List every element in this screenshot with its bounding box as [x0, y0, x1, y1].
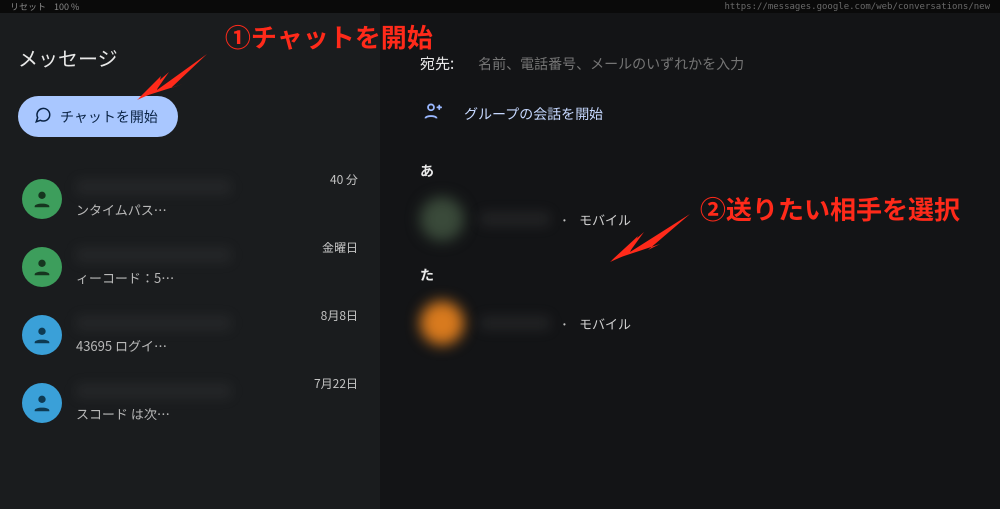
- contact-type: モバイル: [579, 314, 631, 333]
- conversation-time: 金曜日: [322, 239, 358, 256]
- conversation-name-blurred: [76, 384, 231, 398]
- conversation-time: 7月22日: [314, 375, 358, 392]
- sidebar-title: メッセージ: [18, 43, 364, 72]
- conversation-item[interactable]: ィーコード：5… 金曜日: [16, 233, 364, 301]
- start-chat-label: チャットを開始: [60, 107, 158, 127]
- browser-top-strip: リセット 100 % https://messages.google.com/w…: [0, 0, 1000, 13]
- contact-name-blurred: [480, 212, 550, 226]
- avatar: [22, 383, 62, 423]
- avatar: [22, 179, 62, 219]
- sidebar: メッセージ チャットを開始 ンタイムパス… 40 分: [0, 13, 380, 509]
- contact-avatar-blurred: [420, 197, 464, 241]
- conversation-name-blurred: [76, 248, 231, 262]
- conversation-preview: ンタイムパス…: [76, 200, 358, 219]
- conversation-time: 8月8日: [321, 307, 358, 324]
- avatar: [22, 315, 62, 355]
- chat-bubble-icon: [34, 106, 52, 127]
- separator-dot: ·: [560, 207, 569, 231]
- address-bar-url: https://messages.google.com/web/conversa…: [724, 2, 990, 12]
- conversation-preview: 43695 ログイ…: [76, 336, 358, 355]
- contact-item[interactable]: · モバイル: [380, 291, 1000, 355]
- start-group-row[interactable]: グループの会話を開始: [380, 100, 1000, 147]
- conversation-preview: ィーコード：5…: [76, 268, 358, 287]
- to-label: 宛先:: [420, 53, 454, 74]
- avatar: [22, 247, 62, 287]
- contact-section-label: た: [380, 251, 1000, 291]
- recipient-input[interactable]: [478, 56, 960, 72]
- contact-name-blurred: [480, 316, 550, 330]
- conversation-time: 40 分: [330, 171, 358, 188]
- contact-avatar-blurred: [420, 301, 464, 345]
- conversation-preview: スコード は次…: [76, 404, 358, 423]
- conversation-item[interactable]: スコード は次… 7月22日: [16, 369, 364, 437]
- group-add-icon: [420, 100, 442, 127]
- start-chat-button[interactable]: チャットを開始: [18, 96, 178, 137]
- zoom-level: 100 %: [54, 0, 79, 13]
- conversation-item[interactable]: ンタイムパス… 40 分: [16, 165, 364, 233]
- conversation-name-blurred: [76, 316, 231, 330]
- contact-type: モバイル: [579, 210, 631, 229]
- contact-item[interactable]: · モバイル: [380, 187, 1000, 251]
- contact-section-label: あ: [380, 147, 1000, 187]
- reset-label: リセット: [10, 0, 46, 13]
- recipient-row: 宛先:: [380, 13, 1000, 100]
- conversation-item[interactable]: 43695 ログイ… 8月8日: [16, 301, 364, 369]
- conversation-name-blurred: [76, 180, 231, 194]
- compose-pane: 宛先: グループの会話を開始 あ · モバイル た: [380, 13, 1000, 509]
- separator-dot: ·: [560, 311, 569, 335]
- start-group-label: グループの会話を開始: [464, 104, 603, 124]
